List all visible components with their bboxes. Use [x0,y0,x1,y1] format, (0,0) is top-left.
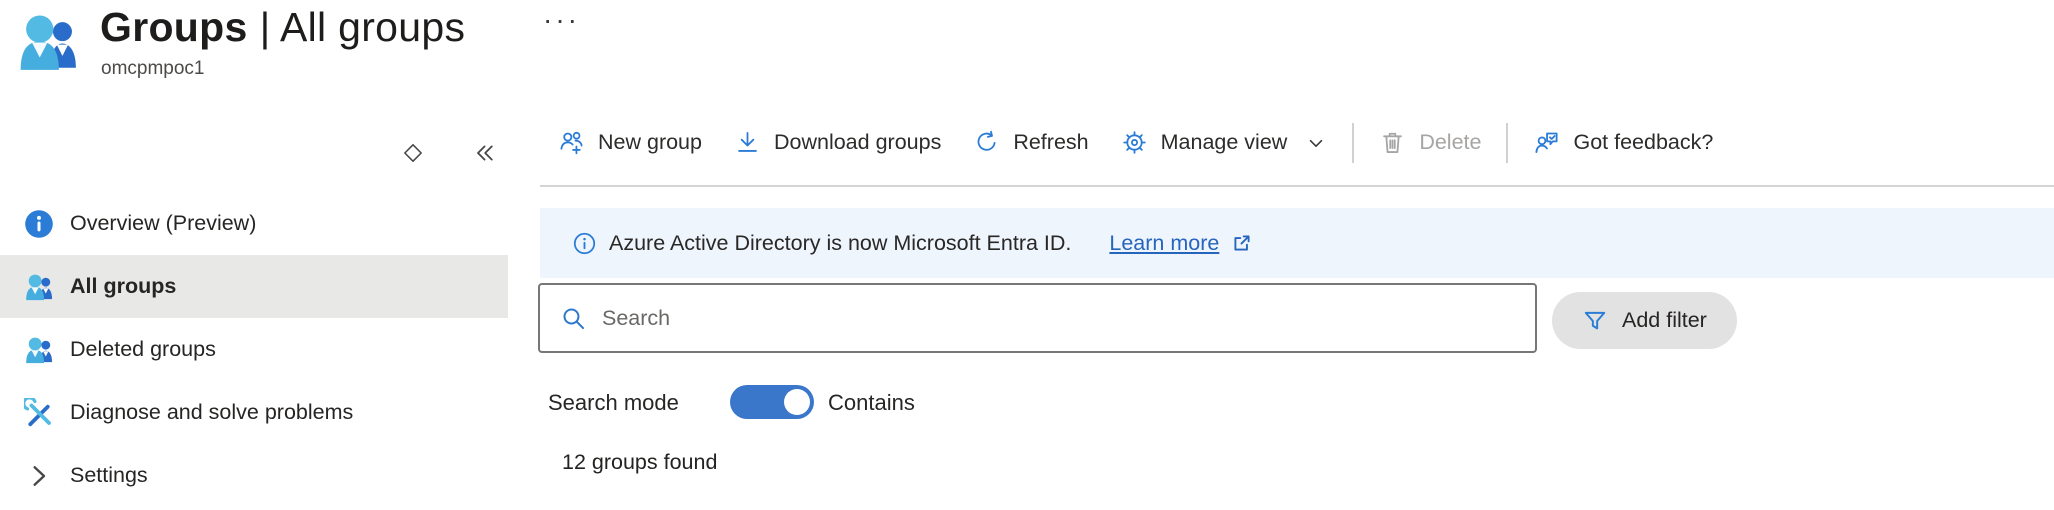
main-content: New group Download groups Refresh [540,100,2054,510]
resize-sidebar-button[interactable] [398,139,428,167]
sidebar-item-label: Deleted groups [70,337,216,362]
search-input[interactable] [587,306,1535,331]
search-mode-value: Contains [828,390,915,416]
chevron-right-icon [24,461,54,491]
sidebar-item-deleted-groups[interactable]: Deleted groups [0,318,508,381]
toolbar-divider [1506,123,1508,163]
button-label: Got feedback? [1573,130,1713,155]
toolbar-divider [1352,123,1354,163]
refresh-icon [973,129,1000,156]
collapse-sidebar-button[interactable] [469,139,499,167]
button-label: New group [598,130,702,155]
sidebar-item-all-groups[interactable]: All groups [0,255,508,318]
feedback-person-icon [1533,129,1560,156]
page-title: Groups | All groups [100,4,465,51]
banner-message: Azure Active Directory is now Microsoft … [609,231,1071,256]
tools-icon [24,398,54,428]
groups-page-icon [16,12,80,72]
double-chevron-left-icon [472,141,496,165]
search-mode-row: Search mode Contains [548,382,2054,426]
button-label: Manage view [1161,130,1288,155]
info-outline-icon [573,232,596,255]
sidebar-menu: Overview (Preview) All groups [0,192,508,507]
groups-icon [24,335,54,365]
download-icon [734,129,761,156]
entra-info-banner: Azure Active Directory is now Microsoft … [540,208,2054,278]
toggle-knob [784,389,810,415]
chevron-down-icon [1305,132,1327,154]
search-box [538,283,1537,353]
trash-icon [1379,129,1406,156]
search-mode-label: Search mode [548,390,679,416]
gear-icon [1121,129,1148,156]
results-count: 12 groups found [562,450,717,475]
sidebar-item-label: Diagnose and solve problems [70,400,353,425]
new-group-button[interactable]: New group [542,129,718,156]
diamond-icon [401,141,425,165]
info-icon [24,209,54,239]
sidebar-item-diagnose[interactable]: Diagnose and solve problems [0,381,508,444]
search-icon [560,305,587,332]
filter-icon [1582,308,1608,334]
add-person-icon [558,129,585,156]
sidebar-item-label: Overview (Preview) [70,211,256,236]
add-filter-button[interactable]: Add filter [1552,292,1737,349]
download-groups-button[interactable]: Download groups [718,129,957,156]
button-label: Add filter [1622,308,1707,333]
groups-page: Groups | All groups ··· omcpmpoc1 Overvi… [0,0,2054,510]
button-label: Download groups [774,130,941,155]
external-link-icon [1231,232,1253,254]
manage-view-button[interactable]: Manage view [1105,129,1344,156]
page-title-primary: Groups [100,4,248,51]
search-mode-toggle[interactable] [730,385,814,419]
groups-icon [24,272,54,302]
sidebar-item-settings[interactable]: Settings [0,444,508,507]
sidebar-item-overview[interactable]: Overview (Preview) [0,192,508,255]
command-bar: New group Download groups Refresh [540,100,2054,187]
sidebar-item-label: All groups [70,274,176,299]
refresh-button[interactable]: Refresh [957,129,1104,156]
page-title-secondary: | All groups [260,4,466,51]
button-label: Refresh [1013,130,1088,155]
button-label: Delete [1419,130,1481,155]
more-options-button[interactable]: ··· [543,6,580,34]
sidebar-item-label: Settings [70,463,148,488]
learn-more-link[interactable]: Learn more [1109,231,1219,256]
got-feedback-button[interactable]: Got feedback? [1517,129,1729,156]
sidebar: Overview (Preview) All groups [0,100,508,510]
directory-name: omcpmpoc1 [101,58,205,80]
delete-button[interactable]: Delete [1363,129,1497,156]
